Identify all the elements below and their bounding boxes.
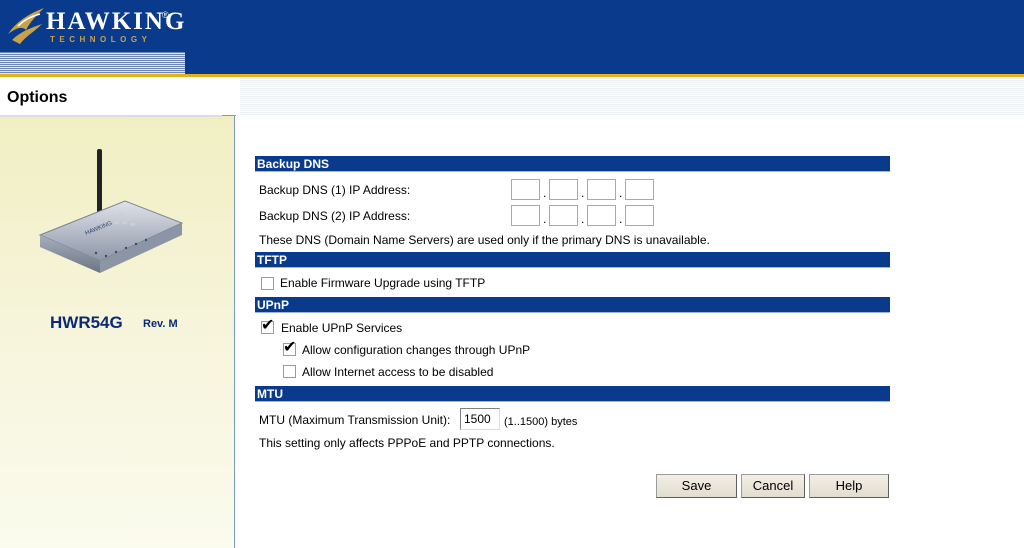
checkmark-icon: ✔ [283,339,297,356]
mtu-label: MTU (Maximum Transmission Unit): [259,413,451,427]
cancel-button[interactable]: Cancel [741,474,805,498]
section-header-mtu: MTU [255,386,890,402]
dns2-separator-2: . [581,212,585,226]
header-stripes-dark [185,52,1024,74]
tftp-enable-label: Enable Firmware Upgrade using TFTP [280,276,486,290]
upnp-enable-label: Enable UPnP Services [281,321,403,335]
title-band-pattern [240,77,1024,115]
dns1-octet-2-input[interactable] [549,179,578,200]
dns1-separator-2: . [581,186,585,200]
dns2-separator-1: . [543,212,547,226]
dns1-label: Backup DNS (1) IP Address: [259,183,411,197]
dns-note: These DNS (Domain Name Servers) are used… [259,233,710,247]
device-model: HWR54G [50,313,123,332]
header-stripes-left [0,52,185,74]
upnp-allow-disable-label: Allow Internet access to be disabled [302,365,494,379]
device-panel-topline [0,115,222,117]
mtu-range-text: (1..1500) bytes [504,416,578,428]
hawk-emblem-icon [8,8,44,44]
dns2-label: Backup DNS (2) IP Address: [259,209,411,223]
content-corner-line [222,115,236,129]
dns1-octet-1-input[interactable] [511,179,540,200]
mtu-input[interactable] [460,408,500,430]
trademark-symbol: ® [162,10,169,20]
mtu-note: This setting only affects PPPoE and PPTP… [259,436,555,450]
page-title: Options [7,89,68,106]
tftp-enable-checkbox[interactable] [261,277,274,290]
dns2-octet-2-input[interactable] [549,205,578,226]
upnp-allow-config-checkbox[interactable]: ✔ [283,339,296,356]
dns2-octet-4-input[interactable] [625,205,654,226]
dns2-separator-3: . [619,212,623,226]
section-header-tftp: TFTP [255,252,890,268]
help-button[interactable]: Help [809,474,889,498]
router-image: HAWKING [38,149,184,273]
section-header-backup-dns: Backup DNS [255,156,890,172]
upnp-enable-checkbox[interactable]: ✔ [261,317,274,334]
dns1-octet-3-input[interactable] [587,179,616,200]
dns2-octet-1-input[interactable] [511,205,540,226]
device-revision: Rev. M [143,318,178,330]
title-band [0,77,1024,115]
brand-tagline: TECHNOLOGY [50,35,152,44]
header-banner: HAWKING ® TECHNOLOGY [0,0,1024,52]
hawking-logo: HAWKING ® TECHNOLOGY [6,4,196,48]
upnp-allow-disable-checkbox[interactable] [283,365,296,378]
dns2-octet-3-input[interactable] [587,205,616,226]
dns1-separator-1: . [543,186,547,200]
section-header-upnp: UPnP [255,297,890,313]
dns1-octet-4-input[interactable] [625,179,654,200]
save-button[interactable]: Save [656,474,737,498]
checkmark-icon: ✔ [261,317,275,334]
upnp-allow-config-label: Allow configuration changes through UPnP [302,343,531,357]
dns1-separator-3: . [619,186,623,200]
